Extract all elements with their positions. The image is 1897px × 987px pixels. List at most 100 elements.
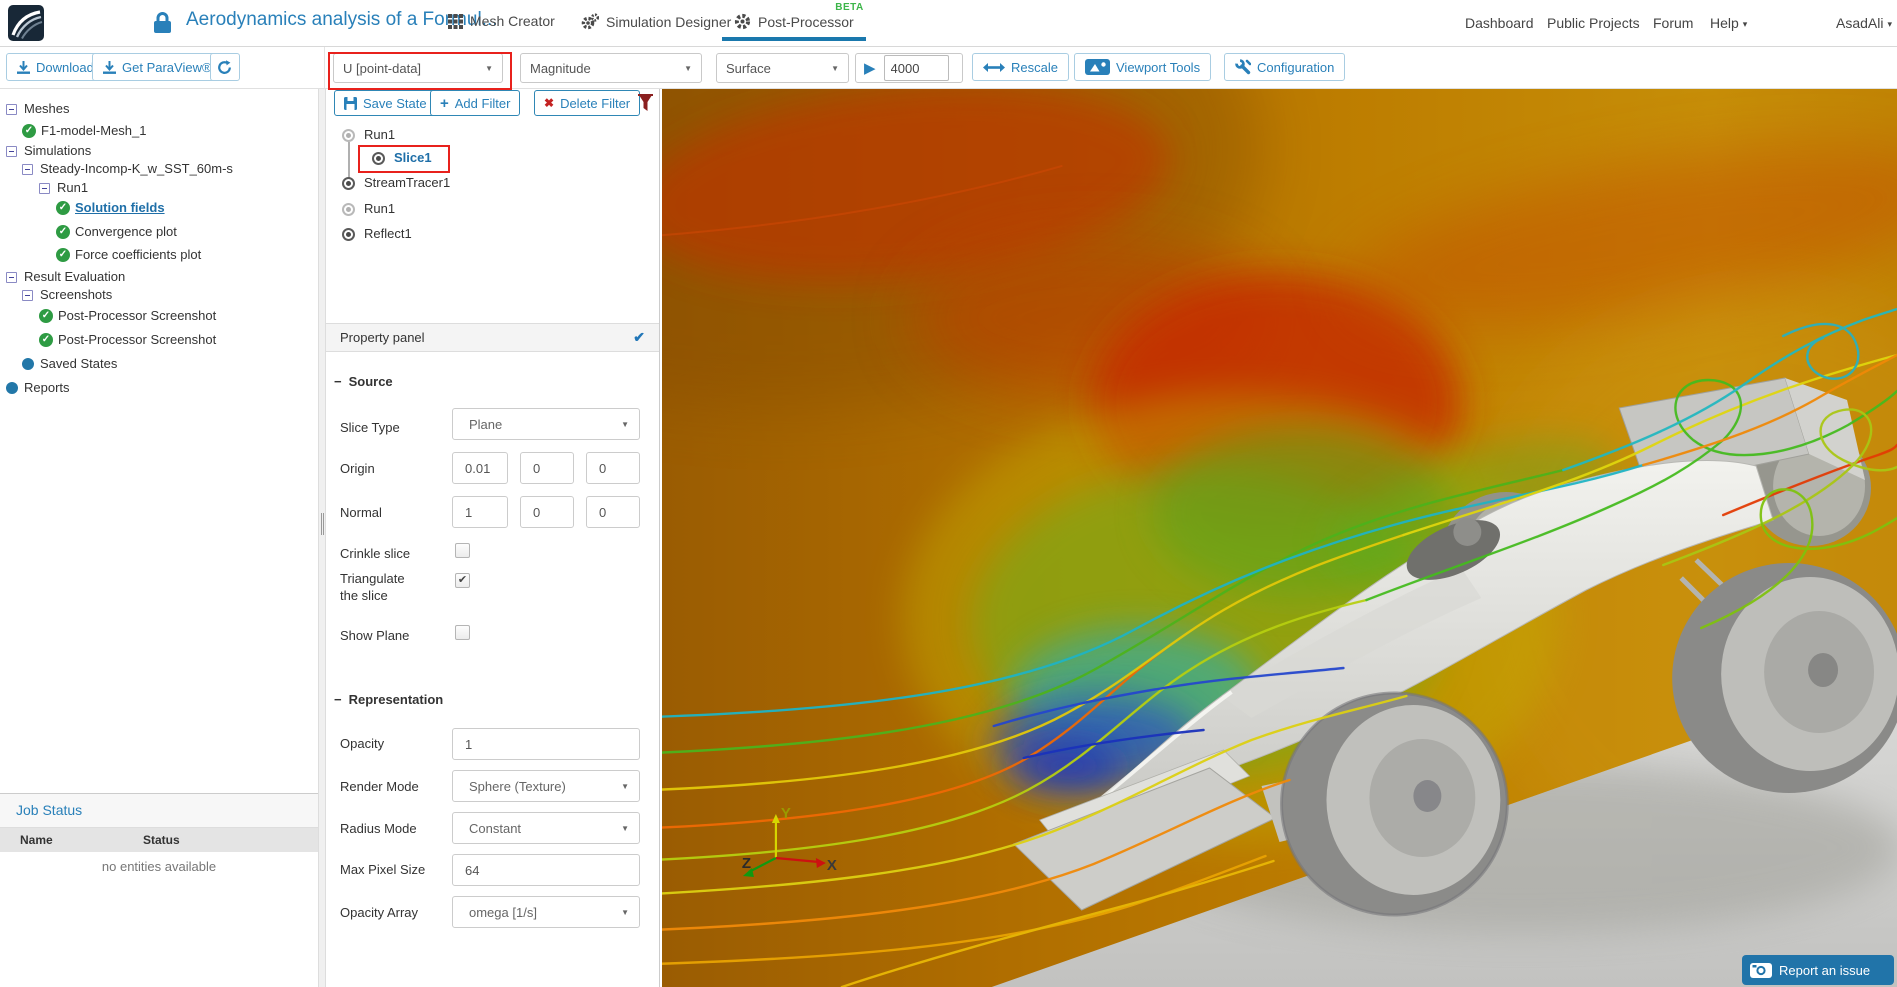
image-icon	[1085, 59, 1110, 75]
tree-item-screenshots[interactable]: Screenshots	[0, 286, 318, 304]
filter-and-property-panel: Save State + Add Filter ✖ Delete Filter …	[326, 88, 660, 987]
collapse-icon[interactable]	[6, 145, 17, 157]
collapse-icon[interactable]	[39, 182, 50, 194]
pipeline-item-slice1[interactable]: Slice1	[326, 149, 659, 167]
gears-icon	[581, 13, 599, 30]
representation-section-header[interactable]: − Representation	[334, 692, 443, 707]
render-mode-label: Render Mode	[340, 779, 419, 794]
visibility-eye-icon[interactable]	[342, 202, 355, 216]
tree-item-f1-mesh[interactable]: ✓ F1-model-Mesh_1	[0, 122, 318, 140]
tree-item-saved-states[interactable]: Saved States	[0, 355, 318, 373]
nav-forum[interactable]: Forum	[1653, 15, 1693, 31]
refresh-icon	[218, 59, 231, 74]
configuration-button[interactable]: Configuration	[1224, 53, 1346, 81]
normal-z-input[interactable]	[586, 496, 640, 528]
tab-mesh-creator[interactable]: Mesh Creator	[448, 13, 555, 29]
tree-item-pp-screenshot-2[interactable]: ✓ Post-Processor Screenshot	[0, 331, 318, 349]
download-button[interactable]: Download	[6, 53, 105, 81]
normal-x-input[interactable]	[452, 496, 508, 528]
tree-item-steady-incomp[interactable]: Steady-Incomp-K_w_SST_60m-s	[0, 160, 318, 178]
collapse-icon[interactable]	[6, 103, 17, 115]
property-panel-header: Property panel ✔	[326, 323, 659, 352]
tree-item-force-coefficients[interactable]: ✓ Force coefficients plot	[0, 246, 318, 264]
plus-icon: +	[440, 94, 449, 112]
origin-y-input[interactable]	[520, 452, 574, 484]
origin-x-input[interactable]	[452, 452, 508, 484]
radius-mode-select[interactable]: Constant ▼	[452, 812, 640, 844]
pipeline-item-run1[interactable]: Run1	[326, 126, 659, 144]
rescale-arrows-icon	[983, 62, 1005, 72]
tree-item-reports[interactable]: Reports	[0, 379, 318, 397]
source-section-header[interactable]: − Source	[334, 374, 393, 389]
splitter-grip-icon	[321, 513, 322, 535]
pipeline-item-run1-2[interactable]: Run1	[326, 200, 659, 218]
crinkle-slice-label: Crinkle slice	[340, 546, 411, 561]
axis-x-label: X	[827, 857, 837, 874]
app-header: Aerodynamics analysis of a Formul... Mes…	[0, 0, 1897, 47]
delete-filter-button[interactable]: ✖ Delete Filter	[534, 90, 641, 116]
slice-type-select[interactable]: Plane ▼	[452, 408, 640, 440]
play-button[interactable]: ▶	[856, 59, 884, 77]
pipeline-item-streamtracer1[interactable]: StreamTracer1	[326, 174, 659, 192]
chevron-down-icon: ▼	[621, 419, 629, 429]
rescale-button[interactable]: Rescale	[972, 53, 1069, 81]
tree-item-run1[interactable]: Run1	[0, 179, 318, 197]
simscale-logo[interactable]	[8, 5, 44, 46]
opacity-input[interactable]	[452, 728, 640, 760]
triangulate-checkbox[interactable]: ✔	[455, 573, 470, 588]
max-pixel-size-input[interactable]	[452, 854, 640, 886]
nav-dashboard[interactable]: Dashboard	[1465, 15, 1534, 31]
apply-check-icon[interactable]: ✔	[633, 329, 645, 346]
tab-label: Simulation Designer	[606, 13, 732, 30]
tab-simulation-designer[interactable]: Simulation Designer	[581, 13, 731, 30]
visibility-eye-icon[interactable]	[342, 227, 355, 241]
component-select[interactable]: Magnitude ▼	[520, 53, 702, 83]
crinkle-slice-checkbox[interactable]	[455, 543, 470, 558]
collapse-icon[interactable]	[6, 271, 17, 283]
nav-public-projects[interactable]: Public Projects	[1547, 15, 1640, 31]
job-status-table-header: Name Status	[0, 828, 318, 852]
viewport-tools-button[interactable]: Viewport Tools	[1074, 53, 1212, 81]
tree-item-convergence-plot[interactable]: ✓ Convergence plot	[0, 223, 318, 241]
grid-icon	[448, 13, 463, 29]
tree-item-meshes[interactable]: Meshes	[0, 100, 318, 118]
refresh-button[interactable]	[210, 53, 240, 81]
user-menu[interactable]: AsadAli ▾	[1836, 15, 1892, 31]
tree-item-pp-screenshot-1[interactable]: ✓ Post-Processor Screenshot	[0, 307, 318, 325]
collapse-minus-icon: −	[334, 692, 342, 707]
opacity-array-select[interactable]: omega [1/s] ▼	[452, 896, 640, 928]
frame-input[interactable]	[883, 55, 949, 81]
tree-item-result-evaluation[interactable]: Result Evaluation	[0, 268, 318, 286]
check-icon: ✓	[22, 124, 36, 138]
filter-hourglass-icon[interactable]	[638, 94, 653, 119]
save-state-button[interactable]: Save State	[334, 90, 437, 116]
visibility-eye-icon[interactable]	[342, 128, 355, 142]
chevron-down-icon: ▼	[621, 781, 629, 791]
nav-help-menu[interactable]: Help ▾	[1710, 15, 1747, 31]
render-mode-select[interactable]: Sphere (Texture) ▼	[452, 770, 640, 802]
frame-control: ▶	[855, 53, 963, 83]
tree-item-solution-fields[interactable]: ✓ Solution fields	[0, 199, 318, 217]
visibility-eye-icon[interactable]	[372, 151, 385, 165]
panel-splitter[interactable]	[318, 88, 326, 987]
field-select[interactable]: U [point-data] ▼	[333, 53, 503, 83]
visibility-eye-icon[interactable]	[342, 176, 355, 190]
origin-z-input[interactable]	[586, 452, 640, 484]
tab-post-processor[interactable]: BETA Post-Processor	[722, 2, 866, 41]
report-issue-button[interactable]: Report an issue	[1742, 955, 1894, 985]
collapse-icon[interactable]	[22, 163, 33, 175]
wrench-icon	[1235, 59, 1251, 75]
add-filter-button[interactable]: + Add Filter	[430, 90, 521, 116]
representation-select[interactable]: Surface ▼	[716, 53, 849, 83]
pipeline-item-reflect1[interactable]: Reflect1	[326, 225, 659, 243]
show-plane-checkbox[interactable]	[455, 625, 470, 640]
tree-item-simulations[interactable]: Simulations	[0, 142, 318, 160]
normal-y-input[interactable]	[520, 496, 574, 528]
job-status-title: Job Status	[0, 794, 318, 828]
chevron-down-icon: ▼	[621, 823, 629, 833]
render-viewport[interactable]: Y X Z	[662, 88, 1897, 987]
collapse-icon[interactable]	[22, 289, 33, 301]
get-paraview-button[interactable]: Get ParaView®	[92, 53, 223, 81]
max-pixel-size-label: Max Pixel Size	[340, 862, 426, 877]
bullet-icon	[6, 382, 18, 394]
